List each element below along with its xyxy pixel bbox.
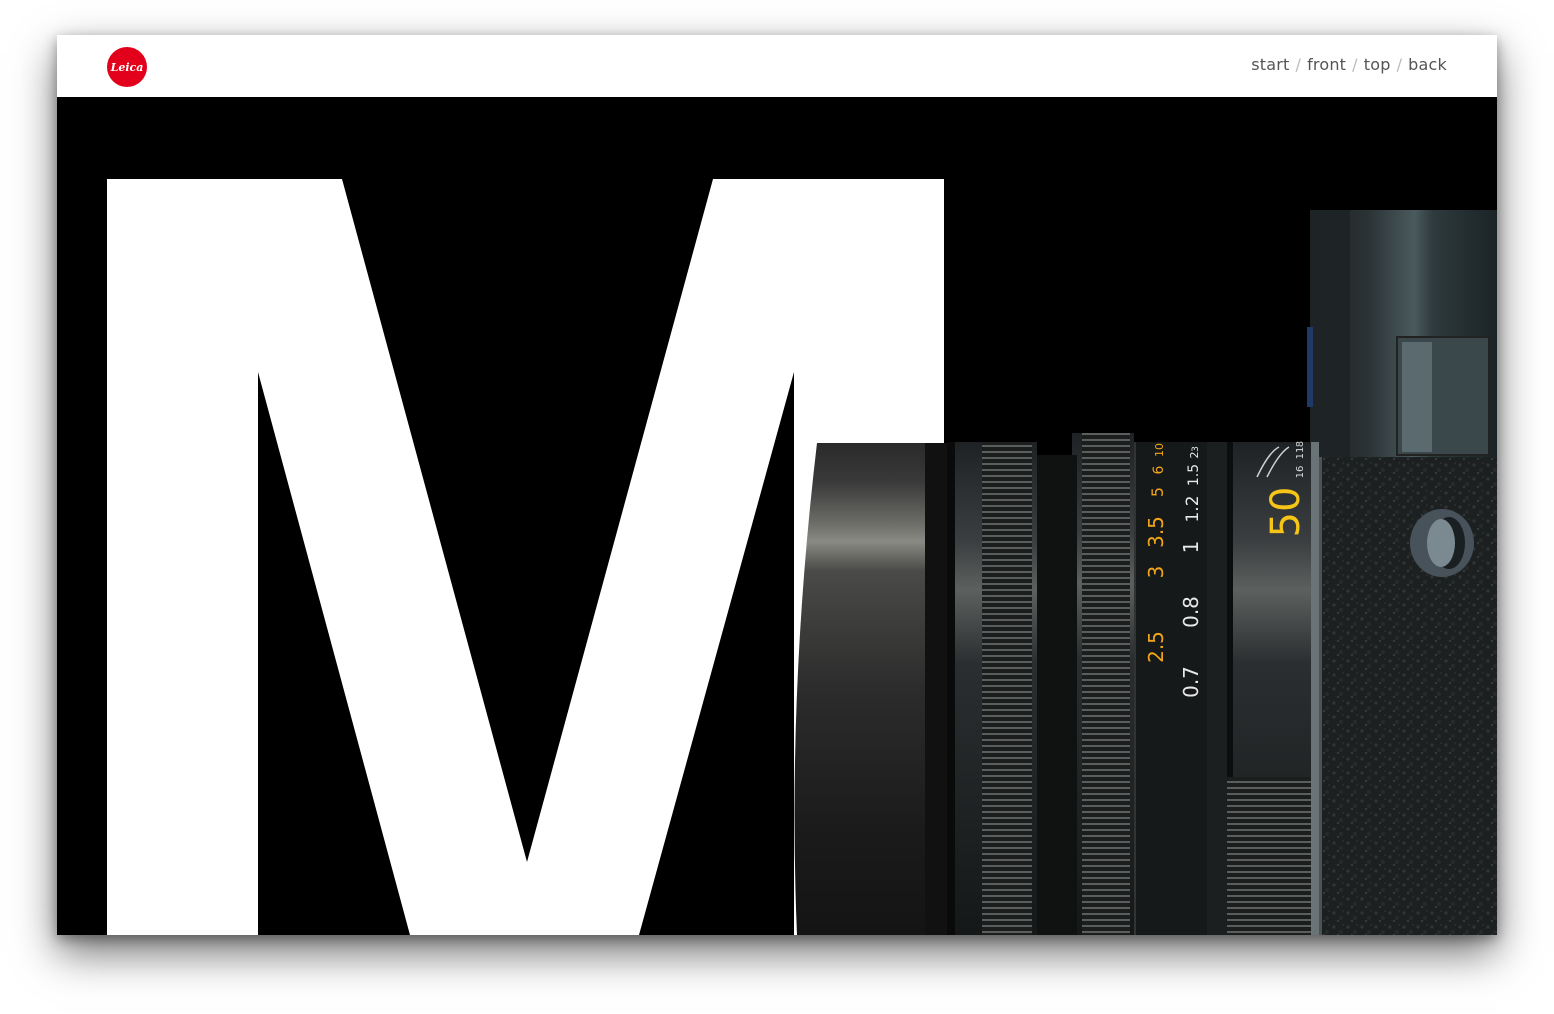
scale-m-1: 1 [1179, 541, 1203, 554]
scale-feet-6: 6 [1151, 465, 1167, 474]
aperture-8: 8 [1295, 441, 1306, 447]
aperture-16: 16 [1295, 466, 1306, 479]
scale-feet-5: 5 [1148, 487, 1167, 497]
scale-feet-3: 3 [1144, 566, 1168, 579]
camera-illustration: 2.5 3 3.5 5 6 10 0.7 0.8 1 1.2 1.5 2 3 5… [107, 179, 1497, 935]
leica-logo[interactable]: Leica [107, 47, 147, 87]
scale-m-1.5: 1.5 [1186, 464, 1202, 486]
scale-m-1.2: 1.2 [1183, 495, 1203, 522]
scale-m-0.7: 0.7 [1179, 666, 1203, 698]
nav-separator: / [1352, 55, 1358, 74]
nav-front[interactable]: front [1307, 55, 1346, 74]
nav-back[interactable]: back [1408, 55, 1447, 74]
aperture-ring [947, 442, 1037, 935]
camera-body [1307, 210, 1497, 935]
scale-m-0.8: 0.8 [1179, 596, 1203, 628]
logo-text: Leica [110, 61, 144, 74]
scale-feet-2.5: 2.5 [1144, 631, 1168, 663]
aperture-11: 11 [1295, 447, 1306, 460]
focal-length: 50 [1263, 487, 1309, 538]
distance-ring [1032, 433, 1134, 935]
app-window: Leica start / front / top / back 2.5 3 3… [57, 35, 1497, 935]
nav-top[interactable]: top [1364, 55, 1391, 74]
scale-m-3: 3 [1191, 446, 1201, 452]
view-nav: start / front / top / back [1251, 55, 1447, 74]
nav-start[interactable]: start [1251, 55, 1289, 74]
header-bar: Leica start / front / top / back [57, 35, 1497, 98]
scale-feet-3.5: 3.5 [1144, 516, 1168, 548]
nav-separator: / [1295, 55, 1302, 74]
scale-feet-10: 10 [1153, 443, 1166, 457]
camera-stage[interactable]: 2.5 3 3.5 5 6 10 0.7 0.8 1 1.2 1.5 2 3 5… [57, 97, 1497, 935]
lens-hood [794, 443, 947, 935]
nav-separator: / [1396, 55, 1403, 74]
